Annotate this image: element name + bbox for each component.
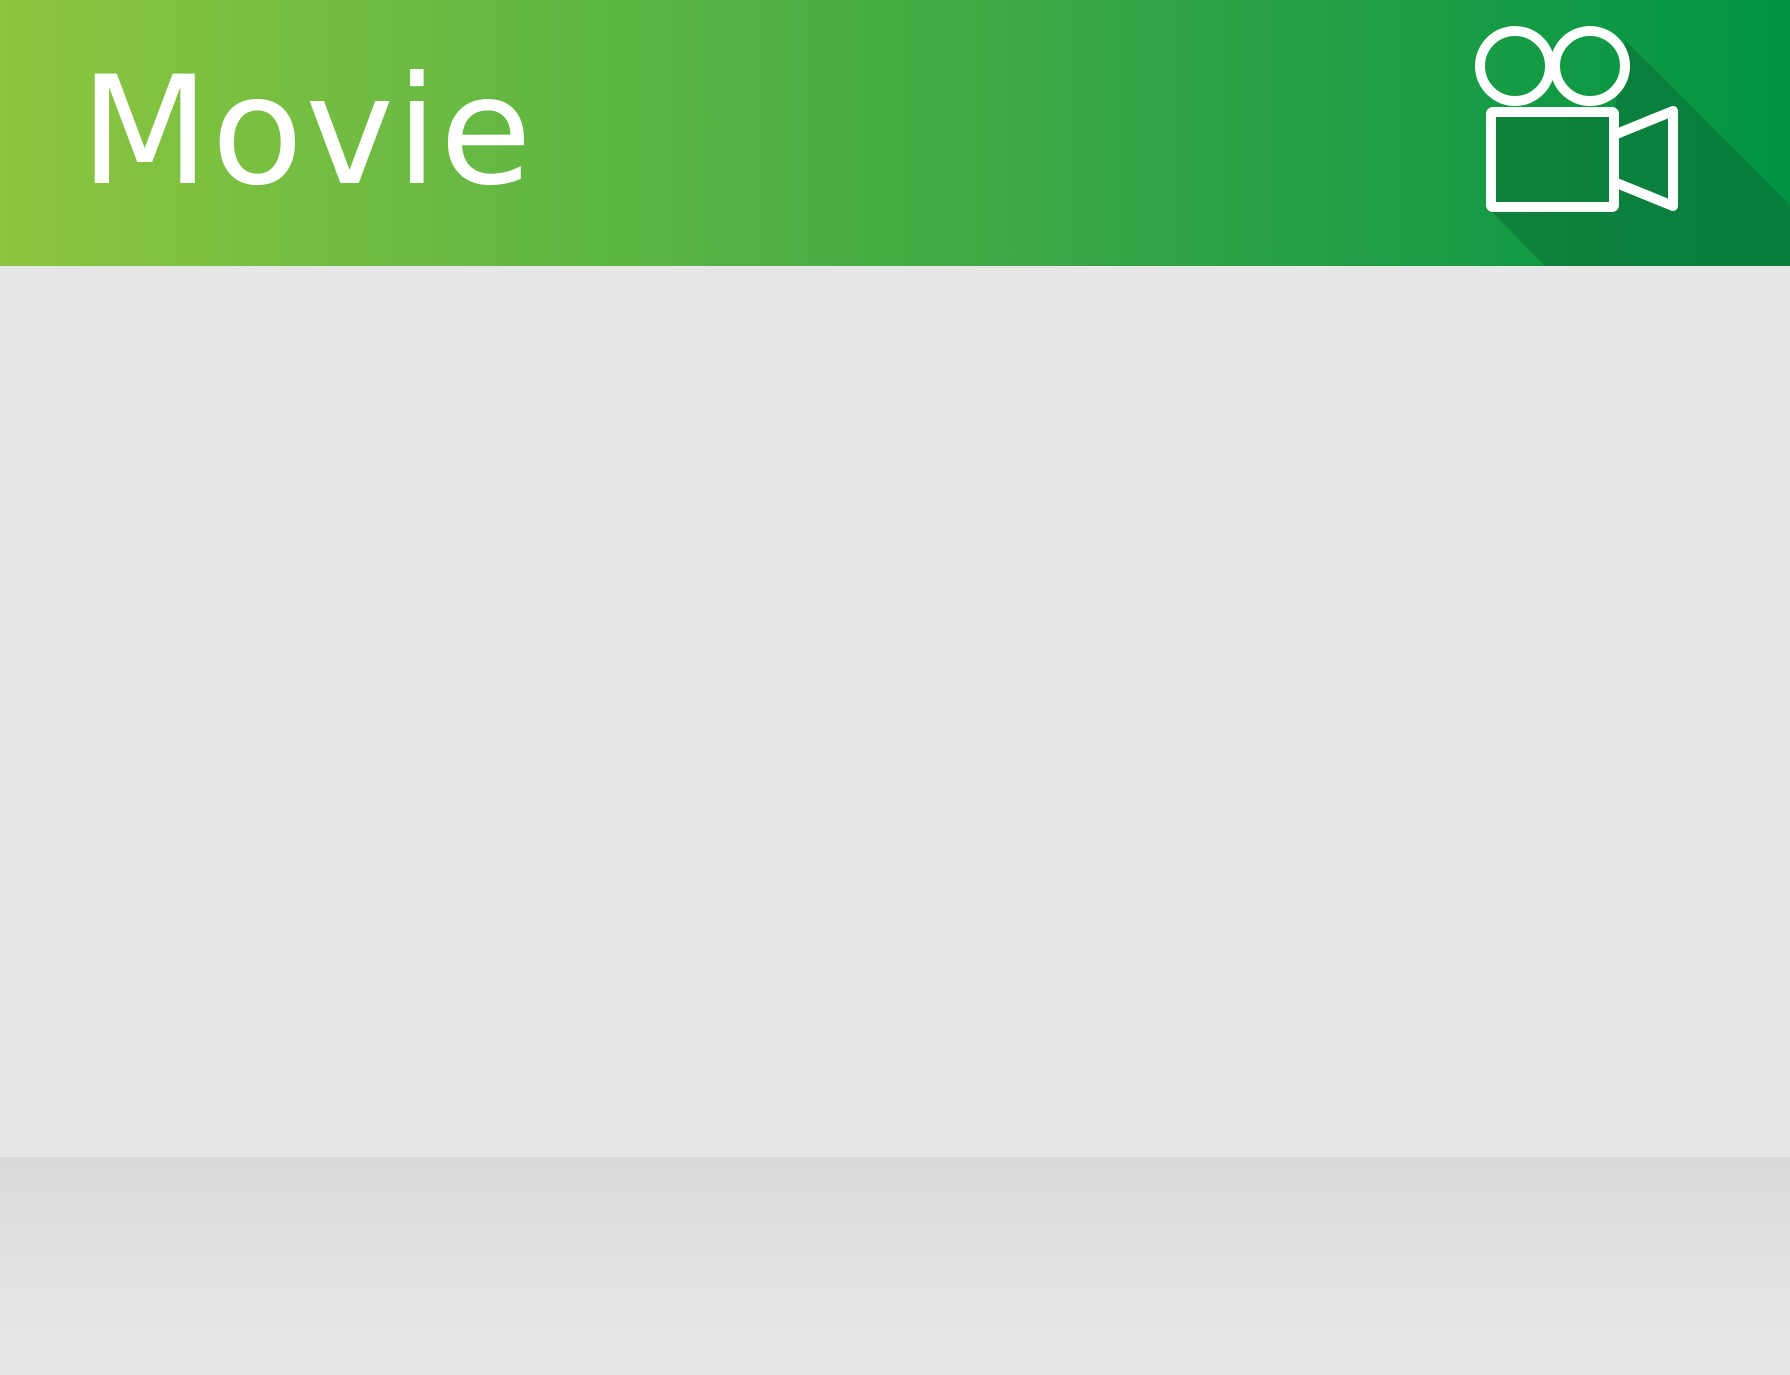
camera-reel-right <box>1550 26 1630 106</box>
footer-band <box>0 1157 1790 1375</box>
camera-reel-left <box>1475 26 1555 106</box>
content-area <box>0 266 1790 1157</box>
title-banner: Movie <box>0 0 1790 266</box>
icon-long-shadow <box>1490 40 1790 266</box>
movie-camera-icon <box>1475 26 1790 266</box>
movie-slide: Movie <box>0 0 1790 1375</box>
